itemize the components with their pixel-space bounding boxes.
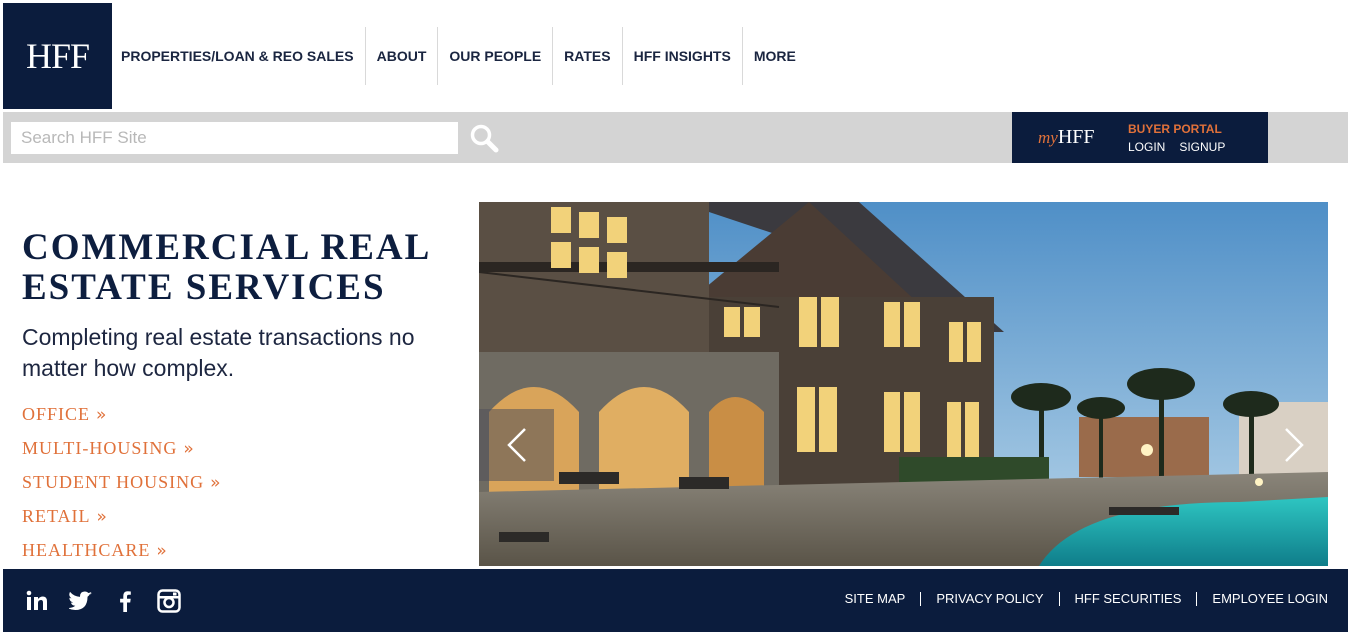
main-nav: PROPERTIES/LOAN & REO SALES ABOUT OUR PE… xyxy=(112,27,807,85)
footer-links: SITE MAP PRIVACY POLICY HFF SECURITIES E… xyxy=(830,591,1328,606)
footer-link-site-map[interactable]: SITE MAP xyxy=(830,591,921,606)
search-icon[interactable] xyxy=(469,123,499,153)
search-input[interactable] xyxy=(11,122,458,154)
hero-image-slider xyxy=(479,202,1328,566)
nav-item-hff-insights[interactable]: HFF INSIGHTS xyxy=(623,27,743,85)
nav-item-more[interactable]: MORE xyxy=(743,27,807,85)
chevron-left-icon xyxy=(506,428,526,462)
signup-link[interactable]: SIGNUP xyxy=(1179,140,1225,154)
footer: SITE MAP PRIVACY POLICY HFF SECURITIES E… xyxy=(3,569,1348,632)
slider-prev-button[interactable] xyxy=(479,409,554,481)
category-link-multi-housing[interactable]: MULTI-HOUSING» xyxy=(22,438,222,472)
nav-item-about[interactable]: ABOUT xyxy=(366,27,439,85)
footer-link-privacy-policy[interactable]: PRIVACY POLICY xyxy=(921,591,1058,606)
double-chevron-right-icon: » xyxy=(210,473,222,493)
instagram-icon[interactable] xyxy=(157,589,181,613)
linkedin-icon[interactable] xyxy=(25,589,49,613)
myhff-logo[interactable]: myHFF xyxy=(1038,126,1095,149)
hero-subtitle: Completing real estate transactions no m… xyxy=(22,324,415,381)
logo-text: HFF xyxy=(25,36,90,76)
chevron-right-icon xyxy=(1285,428,1304,462)
category-link-student-housing[interactable]: STUDENT HOUSING» xyxy=(22,472,222,506)
nav-item-rates[interactable]: RATES xyxy=(553,27,623,85)
myhff-portal-box: myHFF BUYER PORTAL LOGIN SIGNUP xyxy=(1012,112,1268,163)
hero-property-image xyxy=(479,202,1328,566)
buyer-portal-title: BUYER PORTAL xyxy=(1128,122,1222,136)
hff-logo[interactable]: HFF xyxy=(3,3,112,109)
double-chevron-right-icon: » xyxy=(183,439,195,459)
category-link-retail[interactable]: RETAIL» xyxy=(22,506,222,540)
facebook-icon[interactable] xyxy=(113,589,137,613)
login-link[interactable]: LOGIN xyxy=(1128,140,1165,154)
slider-next-button[interactable] xyxy=(1274,420,1314,470)
nav-item-properties[interactable]: PROPERTIES/LOAN & REO SALES xyxy=(112,27,366,85)
footer-link-hff-securities[interactable]: HFF SECURITIES xyxy=(1060,591,1197,606)
footer-link-employee-login[interactable]: EMPLOYEE LOGIN xyxy=(1197,591,1328,606)
category-link-office[interactable]: OFFICE» xyxy=(22,404,222,438)
page-title: COMMERCIAL REAL ESTATE SERVICES xyxy=(22,227,430,308)
social-links xyxy=(25,589,181,613)
double-chevron-right-icon: » xyxy=(156,541,168,561)
twitter-icon[interactable] xyxy=(69,589,93,613)
nav-item-our-people[interactable]: OUR PEOPLE xyxy=(438,27,554,85)
category-links: OFFICE» MULTI-HOUSING» STUDENT HOUSING» … xyxy=(22,404,222,574)
buyer-portal-links: LOGIN SIGNUP xyxy=(1128,140,1225,154)
double-chevron-right-icon: » xyxy=(96,507,108,527)
double-chevron-right-icon: » xyxy=(96,405,108,425)
